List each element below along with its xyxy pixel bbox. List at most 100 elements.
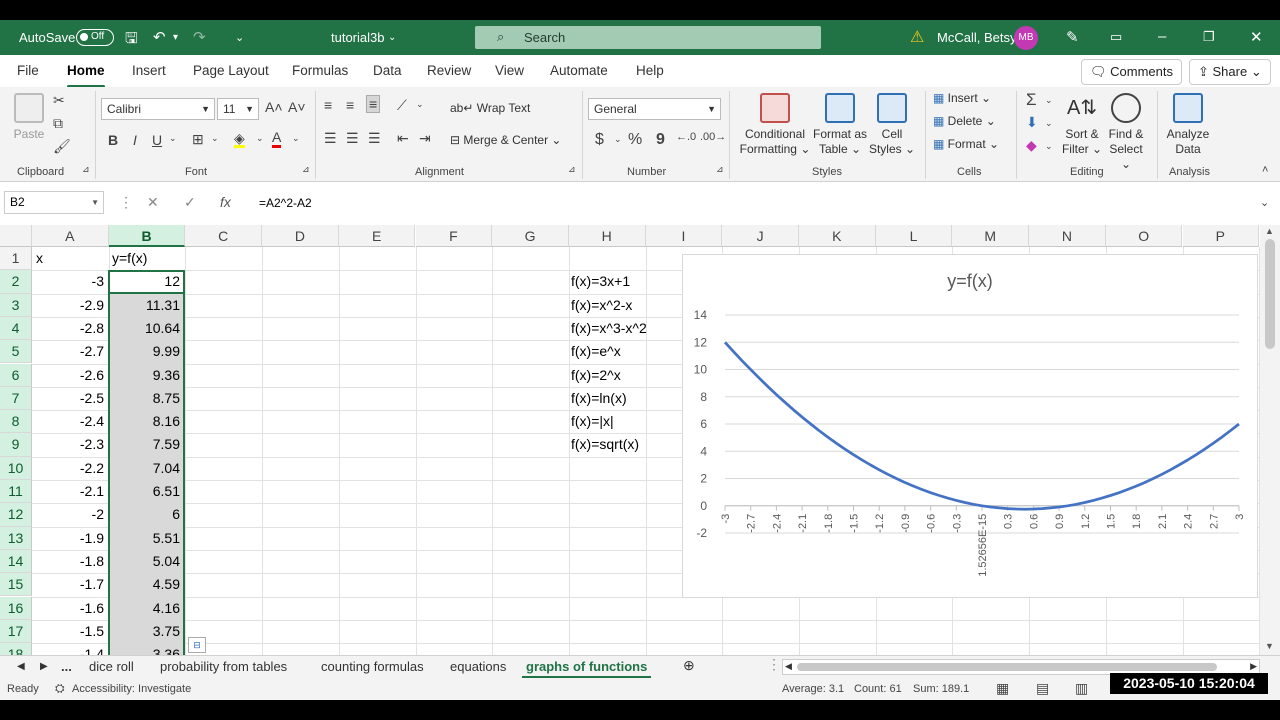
- scroll-up-icon[interactable]: ▲: [1265, 226, 1274, 236]
- cell-a7[interactable]: -2.5: [32, 387, 108, 410]
- share-button[interactable]: ⇪ Share ⌄: [1189, 59, 1271, 85]
- file-name[interactable]: tutorial3b: [331, 30, 384, 45]
- cell-a17[interactable]: -1.5: [32, 620, 108, 643]
- cell-h3[interactable]: f(x)=x^2-x: [567, 294, 677, 317]
- close-icon[interactable]: ✕: [1250, 28, 1263, 46]
- scroll-down-icon[interactable]: ▼: [1265, 641, 1274, 651]
- insert-cells-button[interactable]: ▦ Insert ⌄: [933, 91, 991, 105]
- row-header-5[interactable]: 5: [0, 340, 32, 364]
- merge-center-button[interactable]: ⊟ Merge & Center ⌄: [450, 133, 561, 147]
- cell-a5[interactable]: -2.7: [32, 340, 108, 363]
- row-header-10[interactable]: 10: [0, 456, 32, 480]
- increase-font-icon[interactable]: A˄: [265, 99, 283, 115]
- borders-icon[interactable]: ⊞: [192, 131, 204, 148]
- row-header-13[interactable]: 13: [0, 526, 32, 550]
- search-box[interactable]: ⌕ Search: [475, 26, 821, 49]
- fill-dropdown-icon[interactable]: ⌄: [1045, 118, 1053, 129]
- cell-h4[interactable]: f(x)=x^3-x^2: [567, 317, 677, 340]
- row-header-12[interactable]: 12: [0, 503, 32, 527]
- tab-help[interactable]: Help: [636, 63, 664, 78]
- row-header-11[interactable]: 11: [0, 480, 32, 504]
- cell-a3[interactable]: -2.9: [32, 294, 108, 317]
- cell-h6[interactable]: f(x)=2^x: [567, 364, 677, 387]
- status-sum[interactable]: Sum: 189.1: [913, 683, 969, 695]
- cell-b1[interactable]: y=f(x): [108, 247, 184, 270]
- row-header-9[interactable]: 9: [0, 433, 32, 457]
- quick-analysis-icon[interactable]: ⊟: [188, 637, 206, 653]
- restore-icon[interactable]: ❐: [1203, 29, 1215, 45]
- number-launcher-icon[interactable]: ⊿: [716, 164, 724, 175]
- name-box[interactable]: B2 ▼: [4, 191, 104, 214]
- cell-a13[interactable]: -1.9: [32, 527, 108, 550]
- cell-h7[interactable]: f(x)=ln(x): [567, 387, 677, 410]
- minimize-icon[interactable]: –: [1158, 28, 1166, 45]
- cell-h9[interactable]: f(x)=sqrt(x): [567, 433, 677, 456]
- tab-home[interactable]: Home: [67, 63, 105, 88]
- tab-view[interactable]: View: [495, 63, 524, 78]
- scroll-right-icon[interactable]: ▶: [1250, 661, 1257, 672]
- cell-b10[interactable]: 7.04: [108, 457, 184, 480]
- bold-button[interactable]: B: [108, 132, 118, 148]
- column-header-d[interactable]: D: [262, 225, 339, 247]
- increase-decimal-icon[interactable]: ←.0: [676, 131, 696, 143]
- cell-b5[interactable]: 9.99: [108, 340, 184, 363]
- tab-file[interactable]: File: [17, 63, 39, 78]
- clear-icon[interactable]: ◆: [1026, 137, 1037, 154]
- fill-dropdown-icon[interactable]: ⌄: [256, 133, 264, 144]
- accessibility-icon[interactable]: ⛭: [55, 681, 65, 696]
- borders-dropdown-icon[interactable]: ⌄: [211, 133, 219, 144]
- tab-split-handle[interactable]: ⋮: [767, 656, 781, 673]
- column-header-e[interactable]: E: [338, 225, 416, 247]
- comma-style-button[interactable]: 9: [656, 131, 665, 149]
- align-right-icon[interactable]: ☰: [368, 130, 381, 147]
- font-color-icon[interactable]: A: [272, 129, 282, 148]
- align-middle-icon[interactable]: ≡: [346, 97, 354, 113]
- add-sheet-icon[interactable]: ⊕: [683, 657, 695, 674]
- filename-chevron-icon[interactable]: ⌄: [388, 32, 396, 43]
- expand-formula-icon[interactable]: ⌄: [1260, 196, 1269, 209]
- cell-a14[interactable]: -1.8: [32, 550, 108, 573]
- copy-icon[interactable]: ⧉: [53, 115, 63, 132]
- sheet-tab-graphs[interactable]: graphs of functions: [521, 659, 652, 678]
- cell-b7[interactable]: 8.75: [108, 387, 184, 410]
- column-header-o[interactable]: O: [1105, 225, 1183, 247]
- accessibility-status[interactable]: Accessibility: Investigate: [72, 683, 191, 695]
- redo-icon[interactable]: ↷: [193, 28, 206, 46]
- font-name-select[interactable]: Calibri ▼: [101, 98, 215, 120]
- prev-sheet-icon[interactable]: ◀: [17, 661, 25, 672]
- cell-b9[interactable]: 7.59: [108, 433, 184, 456]
- paste-button[interactable]: Paste: [12, 93, 46, 142]
- cell-b4[interactable]: 10.64: [108, 317, 184, 340]
- column-header-j[interactable]: J: [722, 225, 799, 247]
- column-header-i[interactable]: I: [645, 225, 723, 247]
- sort-filter-button[interactable]: A⇅ Sort & Filter ⌄: [1060, 93, 1104, 157]
- cell-a10[interactable]: -2.2: [32, 457, 108, 480]
- cell-h2[interactable]: f(x)=3x+1: [567, 270, 677, 293]
- fill-icon[interactable]: ⬇: [1026, 114, 1038, 131]
- warning-icon[interactable]: ⚠: [910, 27, 924, 47]
- sheet-tab-equations[interactable]: equations: [450, 659, 506, 674]
- row-header-7[interactable]: 7: [0, 386, 32, 411]
- increase-indent-icon[interactable]: ⇥: [419, 130, 431, 147]
- sheet-tab-dice-roll[interactable]: dice roll: [89, 659, 134, 674]
- enter-icon[interactable]: ✓: [184, 194, 196, 211]
- user-name[interactable]: McCall, Betsy: [937, 30, 1016, 45]
- ribbon-display-icon[interactable]: ▭: [1110, 29, 1122, 45]
- save-icon[interactable]: 🖫: [125, 28, 138, 53]
- cell-a6[interactable]: -2.6: [32, 364, 108, 387]
- fill-color-icon[interactable]: ◈: [234, 131, 245, 148]
- tab-page-layout[interactable]: Page Layout: [193, 63, 269, 78]
- column-header-g[interactable]: G: [492, 225, 569, 247]
- column-header-b[interactable]: B: [108, 225, 186, 247]
- row-header-6[interactable]: 6: [0, 363, 32, 387]
- column-header-a[interactable]: A: [32, 225, 109, 247]
- column-header-m[interactable]: M: [952, 225, 1030, 247]
- cell-b6[interactable]: 9.36: [108, 364, 184, 387]
- cell-a11[interactable]: -2.1: [32, 480, 108, 503]
- clipboard-launcher-icon[interactable]: ⊿: [82, 164, 90, 175]
- tab-data[interactable]: Data: [373, 63, 402, 78]
- cell-b8[interactable]: 8.16: [108, 410, 184, 433]
- number-format-select[interactable]: General ▼: [588, 98, 721, 120]
- cell-b13[interactable]: 5.51: [108, 527, 184, 550]
- cell-a9[interactable]: -2.3: [32, 433, 108, 456]
